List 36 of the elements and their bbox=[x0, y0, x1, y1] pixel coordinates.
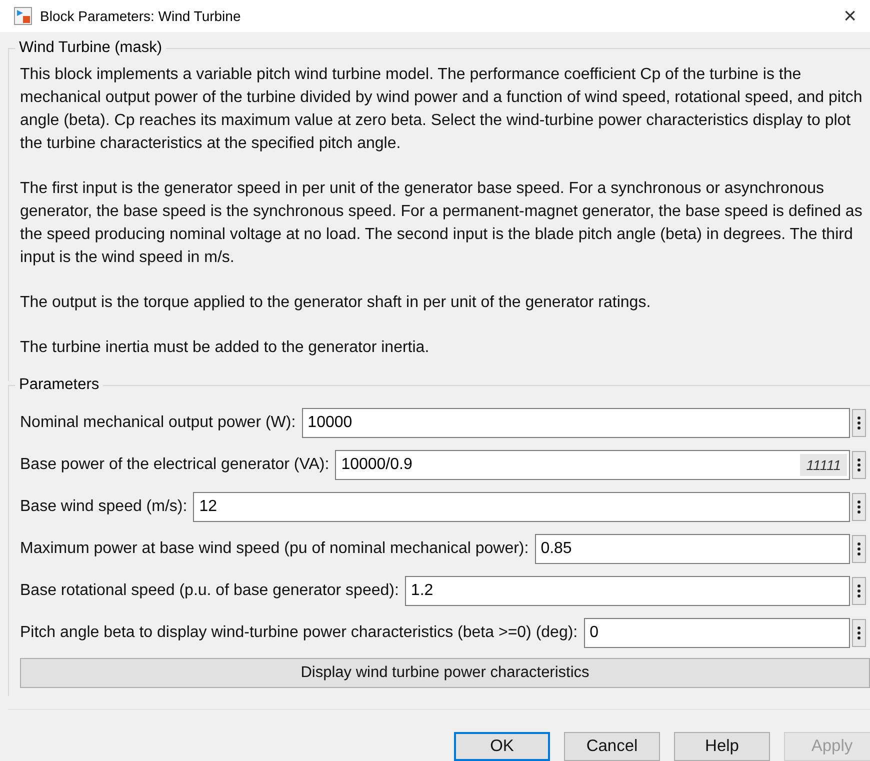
more-options-icon bbox=[857, 626, 861, 640]
description-text: The turbine inertia must be added to the generator inertia. bbox=[20, 338, 430, 358]
parameter-field[interactable]: 0 bbox=[584, 618, 850, 648]
more-options-icon bbox=[857, 458, 861, 472]
parameter-label: Maximum power at base wind speed (pu of nominal mechanical power): bbox=[20, 540, 529, 558]
group-title: Wind Turbine (mask) bbox=[15, 39, 166, 57]
more-options-button[interactable] bbox=[852, 618, 866, 646]
dialog-button[interactable]: Help bbox=[674, 732, 770, 761]
more-options-icon bbox=[857, 416, 861, 430]
parameter-field[interactable]: 10000 bbox=[302, 408, 850, 438]
parameter-label: Base wind speed (m/s): bbox=[20, 498, 188, 516]
window-title: Block Parameters: Wind Turbine bbox=[40, 8, 242, 24]
parameter-field[interactable]: 1.2 bbox=[404, 576, 850, 606]
dialog-button[interactable]: OK bbox=[454, 732, 550, 761]
more-options-button[interactable] bbox=[852, 534, 866, 562]
close-button[interactable]: × bbox=[830, 0, 870, 32]
more-options-button[interactable] bbox=[852, 576, 866, 604]
more-options-button[interactable] bbox=[852, 492, 866, 520]
more-options-button[interactable] bbox=[852, 450, 866, 478]
parameter-label: Nominal mechanical output power (W): bbox=[20, 414, 296, 432]
more-options-icon bbox=[857, 542, 861, 556]
parameter-field[interactable]: 12 bbox=[193, 492, 850, 522]
description-text: The first input is the generator speed in per unit of the generator base speed. For a synchronous or asynchronous generator, the base speed is the synchronous speed. For a permanent-magnet generator, the base speed is defined as the speed producing nominal voltage at no load. The second input is the blade pitch angle (beta) in degrees. The third input is the wind speed in m/s. bbox=[20, 179, 864, 268]
display-characteristics-button[interactable]: Display wind turbine power characteristics bbox=[20, 658, 870, 688]
description-text: This block implements a variable pitch wind turbine model. The performance coefficient Cp of the turbine is the mechanical output power of the turbine divided by wind power and a function of wind speed, rotational speed, and pitch angle (beta). Cp reaches its maximum value at zero beta. Select the wind-turbine power characteristics display to plot the turbine characteristics at the specified pitch angle. bbox=[20, 65, 864, 154]
more-options-button[interactable] bbox=[852, 408, 866, 436]
more-options-icon bbox=[857, 500, 861, 514]
parameter-field[interactable]: 0.85 bbox=[534, 534, 850, 564]
parameter-label: Base power of the electrical generator (VA): bbox=[20, 456, 330, 474]
description-text: The output is the torque applied to the generator shaft in per unit of the generator ratings. bbox=[20, 293, 652, 313]
dialog-button[interactable]: Cancel bbox=[564, 732, 660, 761]
parameter-label: Pitch angle beta to display wind-turbine power characteristics (beta >=0) (deg): bbox=[20, 624, 578, 642]
block-icon bbox=[14, 7, 32, 25]
more-options-icon bbox=[857, 584, 861, 598]
parameter-label: Base rotational speed (p.u. of base generator speed): bbox=[20, 582, 399, 600]
evaluated-value: 11111 bbox=[800, 454, 847, 476]
